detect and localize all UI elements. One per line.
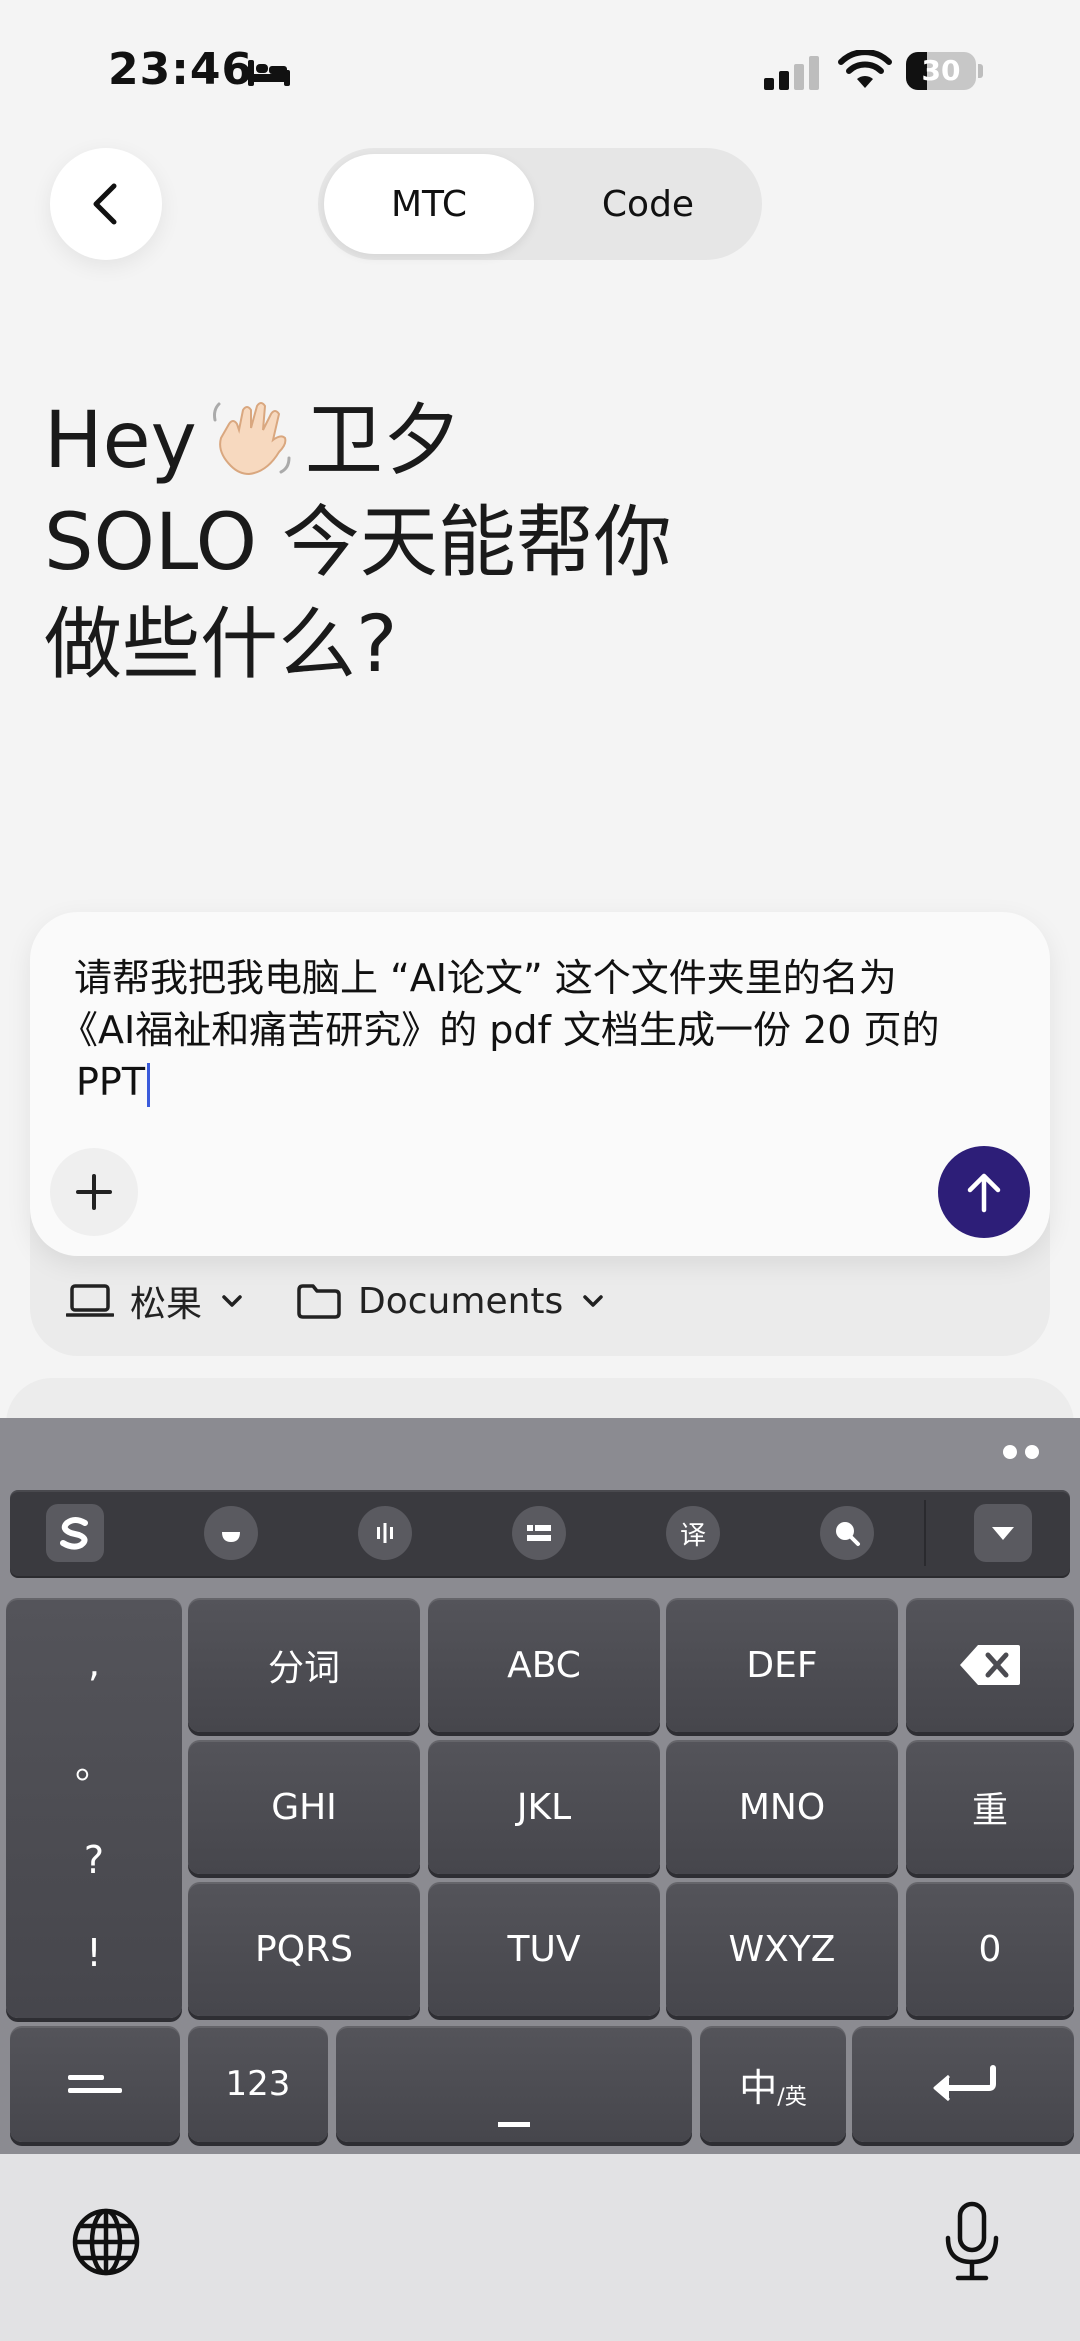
key-abc[interactable]: ABC — [428, 1598, 660, 1732]
microphone-icon[interactable] — [940, 2200, 1004, 2284]
translate-label: 译 — [666, 1506, 720, 1560]
greeting-line2: SOLO 今天能帮你 — [44, 498, 672, 588]
folder-icon — [297, 1284, 341, 1319]
device-selector[interactable]: 松果 — [66, 1275, 244, 1327]
search-icon[interactable] — [818, 1504, 876, 1562]
globe-icon[interactable] — [70, 2206, 142, 2278]
emoji-icon[interactable] — [202, 1504, 260, 1562]
back-button[interactable] — [50, 148, 162, 260]
prompt-line-2: 《AI福祉和痛苦研究》的 pdf 文档生成一份 20 页的 — [60, 1008, 940, 1052]
plus-icon — [76, 1174, 112, 1210]
key-def[interactable]: DEF — [666, 1598, 898, 1732]
greeting-line3: 做些什么? — [44, 600, 398, 690]
punct-exclaim[interactable]: ! — [86, 1931, 101, 1975]
key-zero[interactable]: 0 — [906, 1882, 1074, 2016]
collapse-keyboard-icon[interactable] — [974, 1504, 1032, 1562]
wifi-icon — [838, 50, 892, 88]
space-icon — [498, 2122, 530, 2127]
greeting-hey: Hey — [44, 396, 197, 486]
key-pqrs[interactable]: PQRS — [188, 1882, 420, 2016]
key-tuv[interactable]: TUV — [428, 1882, 660, 2016]
tab-code[interactable]: Code — [540, 154, 756, 254]
clipboard-icon[interactable] — [510, 1504, 568, 1562]
key-mno[interactable]: MNO — [666, 1740, 898, 1874]
key-ghi[interactable]: GHI — [188, 1740, 420, 1874]
prompt-input[interactable]: 请帮我把我电脑上 “AI论文” 这个文件夹里的名为 《AI福祉和痛苦研究》的 p… — [60, 952, 1024, 1108]
symbols-key[interactable] — [10, 2026, 180, 2142]
chevron-down-icon — [222, 1295, 242, 1307]
arrow-up-icon — [967, 1173, 1001, 1213]
text-cursor — [147, 1062, 151, 1107]
chevron-down-icon — [583, 1295, 604, 1307]
ime-keyboard: 译 , 。 ? ! 分词 ABC DEF GHI JKL MNO 重 PQRS … — [0, 1418, 1080, 2154]
retype-key[interactable]: 重 — [906, 1740, 1074, 1874]
backspace-icon — [960, 1645, 1020, 1685]
key-wxyz[interactable]: WXYZ — [666, 1882, 898, 2016]
waving-hand-icon — [212, 401, 291, 475]
context-selectors: 松果 Documents — [66, 1276, 605, 1326]
keyboard-system-bar — [0, 2154, 1080, 2341]
key-fenci[interactable]: 分词 — [188, 1598, 420, 1732]
language-switch-key[interactable]: 中/英 — [700, 2026, 846, 2142]
laptop-icon — [66, 1284, 114, 1317]
voice-input-icon[interactable] — [356, 1504, 414, 1562]
return-key[interactable] — [852, 2026, 1074, 2142]
translate-button[interactable]: 译 — [664, 1504, 722, 1562]
punct-question[interactable]: ? — [84, 1838, 104, 1882]
return-icon — [933, 2065, 996, 2102]
key-jkl[interactable]: JKL — [428, 1740, 660, 1874]
attach-button[interactable] — [50, 1148, 138, 1236]
prompt-line-1: 请帮我把我电脑上 “AI论文” 这个文件夹里的名为 — [74, 956, 897, 1000]
space-key[interactable] — [336, 2026, 692, 2142]
device-label: 松果 — [130, 1284, 203, 1325]
mode-switcher: MTC Code — [318, 148, 762, 260]
battery-percent: 30 — [921, 54, 961, 87]
symbols-menu-icon — [68, 2075, 122, 2093]
send-button[interactable] — [938, 1146, 1030, 1238]
prompt-line-3: PPT — [76, 1060, 146, 1104]
status-time: 23:46 — [108, 44, 254, 95]
folder-selector[interactable]: Documents — [296, 1281, 605, 1322]
punctuation-column[interactable]: , 。 ? ! — [6, 1598, 182, 2018]
numbers-key[interactable]: 123 — [188, 2026, 328, 2142]
greeting: Hey 卫夕 SOLO 今天能帮你 做些什么? — [44, 390, 672, 696]
sleep-focus-icon — [248, 60, 290, 86]
punct-comma[interactable]: , — [88, 1641, 100, 1685]
more-dots-icon[interactable] — [1002, 1444, 1042, 1460]
battery-indicator: 30 — [906, 52, 983, 90]
keyboard-toolbar: 译 — [10, 1490, 1070, 1576]
greeting-username: 卫夕 — [304, 396, 461, 486]
punct-period[interactable]: 。 — [75, 1734, 113, 1789]
chevron-left-icon — [93, 183, 117, 225]
folder-label: Documents — [358, 1280, 564, 1322]
lang-main-label: 中 — [739, 2065, 778, 2110]
tab-mtc[interactable]: MTC — [324, 154, 534, 254]
cellular-signal-icon — [764, 56, 819, 90]
lang-sub-label: /英 — [777, 2085, 807, 2110]
backspace-key[interactable] — [906, 1598, 1074, 1732]
prompt-composer: 请帮我把我电脑上 “AI论文” 这个文件夹里的名为 《AI福祉和痛苦研究》的 p… — [30, 912, 1050, 1256]
sogou-logo-icon[interactable] — [46, 1504, 104, 1562]
